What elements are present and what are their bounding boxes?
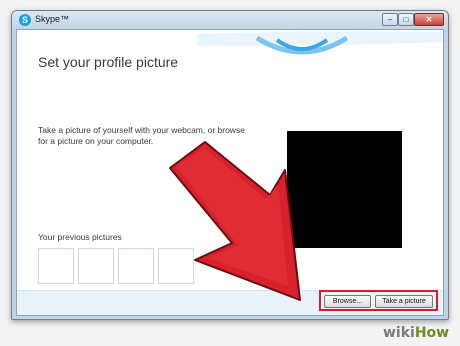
webcam-preview [287, 131, 402, 248]
watermark-wiki: wiki [383, 325, 415, 341]
watermark-how: How [414, 325, 450, 341]
maximize-button[interactable]: □ [398, 13, 414, 26]
previous-picture-slot[interactable] [78, 248, 114, 284]
browse-button[interactable]: Browse... [324, 295, 371, 308]
previous-pictures-label: Your previous pictures [38, 232, 122, 242]
take-picture-button[interactable]: Take a picture [375, 295, 433, 308]
previous-picture-slot[interactable] [38, 248, 74, 284]
profile-picture-panel: Set your profile picture Take a picture … [16, 29, 444, 316]
previous-picture-slot[interactable] [118, 248, 154, 284]
instructions-text: Take a picture of yourself with your web… [38, 125, 245, 146]
highlighted-actions: Browse... Take a picture [319, 290, 438, 311]
skype-window: S Skype™ – □ ✕ Set your profile picture … [11, 10, 449, 320]
page-title: Set your profile picture [38, 54, 179, 70]
close-button[interactable]: ✕ [414, 13, 444, 26]
wikihow-watermark: wikiHow [383, 325, 449, 341]
skype-icon: S [19, 14, 31, 26]
title-bar[interactable]: S Skype™ – □ ✕ [12, 11, 448, 29]
minimize-button[interactable]: – [382, 13, 398, 26]
skype-swoosh-decoration [197, 31, 443, 55]
previous-picture-slot[interactable] [158, 248, 194, 284]
window-title: Skype™ [35, 14, 70, 24]
